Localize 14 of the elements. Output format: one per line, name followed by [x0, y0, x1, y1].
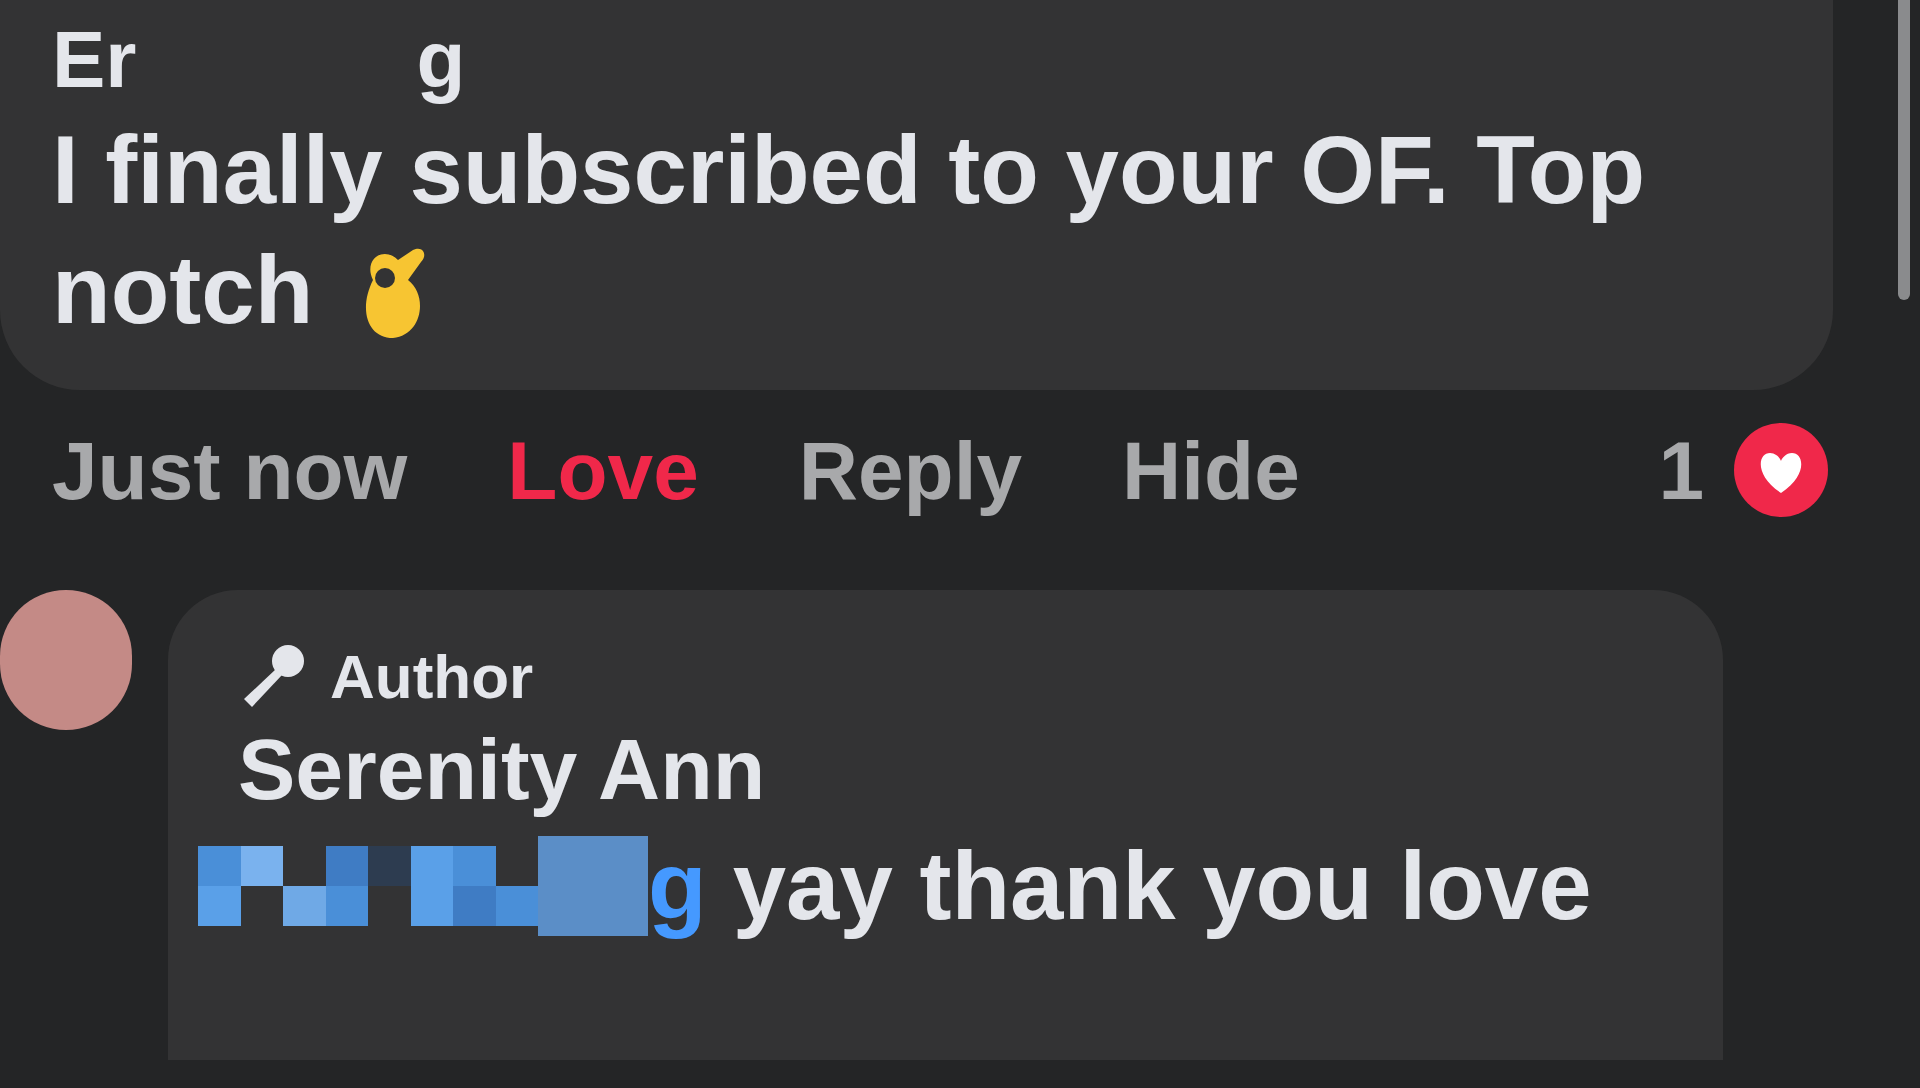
scrollbar[interactable]: [1898, 0, 1910, 300]
heart-reaction-icon: [1734, 423, 1828, 517]
reply-text: yay thank you love: [732, 830, 1592, 941]
mention-link[interactable]: g: [648, 825, 707, 946]
timestamp: Just now: [52, 423, 408, 518]
love-button[interactable]: Love: [507, 408, 699, 532]
reply-button[interactable]: Reply: [798, 408, 1023, 532]
hide-button[interactable]: Hide: [1122, 408, 1300, 532]
comment-text: I finally subscribed to your OF. Top: [52, 115, 1646, 225]
reaction-count: 1: [1658, 423, 1704, 518]
reply-author-name[interactable]: Serenity Ann: [238, 718, 766, 822]
commenter-name[interactable]: Er: [52, 20, 137, 100]
comment-text: notch: [52, 235, 314, 345]
author-label: Author: [330, 641, 534, 713]
